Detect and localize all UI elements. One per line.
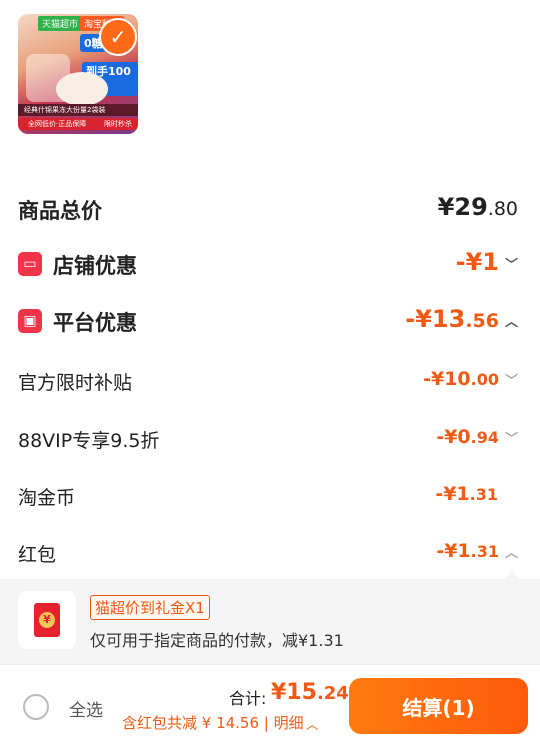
gift-chip: 猫超价到礼金X1 — [90, 595, 210, 620]
bottom-total-main: ¥15 — [271, 680, 317, 705]
row-88vip[interactable]: 88VIP专享9.5折 -¥0.94 ﹀ — [0, 424, 540, 454]
bottom-total-label: 合计: — [229, 689, 267, 708]
checkout-button[interactable]: 结算(1) — [349, 678, 528, 734]
thumb-strip-guarantee-left: 全网低价·正品保障 — [28, 120, 87, 128]
thumb-strip-flash-sale: 限时秒杀 — [104, 120, 132, 128]
chevron-up-icon: ︿ — [305, 718, 319, 733]
checkout-bar: 全选 合计: ¥15.24 含红包共减 ¥ 14.56 | 明细 ︿ 结算(1) — [0, 664, 540, 740]
red-packet-detail[interactable]: 猫超价到礼金X1 仅可用于指定商品的付款，减¥1.31 — [0, 571, 540, 664]
red-packet-value: -¥1.31 ︿ — [436, 540, 518, 562]
thumb-strip-title: 经典什锦果冻大份量2袋装 — [18, 104, 138, 116]
vip-discount-main: -¥0 — [436, 426, 471, 448]
official-subsidy-decimal: .00 — [470, 370, 499, 389]
platform-discount-value: -¥13.56 ︿ — [405, 305, 518, 333]
row-red-packet[interactable]: 红包 -¥1.31 ︿ — [0, 538, 540, 568]
chevron-up-icon: ︿ — [504, 546, 518, 561]
select-all-radio[interactable] — [23, 694, 49, 720]
row-official-subsidy[interactable]: 官方限时补贴 -¥10.00 ﹀ — [0, 366, 540, 396]
platform-discount-decimal: .56 — [465, 310, 499, 332]
official-subsidy-main: -¥10 — [423, 368, 471, 390]
platform-discount-main: -¥13 — [405, 305, 466, 333]
select-all-label[interactable]: 全选 — [69, 696, 103, 721]
red-packet-decimal: .31 — [470, 542, 499, 561]
detail-pointer — [504, 571, 520, 579]
taojinbi-value: -¥1.31 — [435, 483, 498, 505]
bottom-total-value: ¥15.24 — [271, 680, 349, 705]
vip-discount-value: -¥0.94 ﹀ — [436, 426, 518, 448]
red-packet-label: 红包 — [18, 544, 57, 566]
total-value-decimal: .80 — [487, 198, 518, 220]
store-discount-value: -¥1 ﹀ — [456, 248, 518, 276]
thumb-tag-tmall: 天猫超市 — [38, 16, 83, 31]
thumb-strip-guarantee: 全网低价·正品保障 限时秒杀 — [18, 118, 138, 130]
store-discount-label: 店铺优惠 — [53, 254, 137, 278]
taojinbi-label: 淘金币 — [18, 487, 76, 509]
row-platform-discount[interactable]: ▣ 平台优惠 -¥13.56 ︿ — [0, 305, 540, 339]
chevron-up-icon: ︿ — [504, 314, 518, 330]
platform-icon: ▣ — [18, 309, 42, 333]
selected-check-icon[interactable]: ✓ — [99, 18, 137, 56]
row-store-discount[interactable]: ▭ 店铺优惠 -¥1 ﹀ — [0, 248, 540, 282]
store-icon: ▭ — [18, 252, 42, 276]
vip-discount-label: 88VIP专享9.5折 — [18, 430, 160, 452]
total-label: 商品总价 — [18, 199, 102, 223]
row-total: 商品总价 ¥29.80 — [0, 193, 540, 227]
red-packet-main: -¥1 — [436, 540, 471, 562]
platform-discount-label: 平台优惠 — [53, 311, 137, 335]
savings-text: 含红包共减 ¥ 14.56 | 明细 — [122, 714, 304, 732]
thumb-jelly-bowl — [56, 72, 108, 106]
bottom-total-decimal: .24 — [316, 683, 349, 704]
official-subsidy-label: 官方限时补贴 — [18, 372, 133, 394]
gift-description: 仅可用于指定商品的付款，减¥1.31 — [90, 631, 344, 650]
taojinbi-main: -¥1 — [435, 483, 470, 505]
total-value-main: ¥29 — [437, 193, 488, 221]
chevron-down-icon: ﹀ — [504, 257, 518, 273]
chevron-down-icon: ﹀ — [504, 432, 518, 447]
total-value: ¥29.80 — [438, 193, 518, 221]
row-taojinbi: 淘金币 -¥1.31 — [0, 481, 540, 511]
official-subsidy-value: -¥10.00 ﹀ — [423, 368, 518, 390]
vip-discount-decimal: .94 — [470, 428, 499, 447]
red-envelope-icon — [18, 591, 76, 649]
store-discount-amount: -¥1 — [455, 248, 499, 276]
chevron-down-icon: ﹀ — [504, 374, 518, 389]
taojinbi-decimal: .31 — [469, 485, 498, 504]
savings-detail-link[interactable]: 含红包共减 ¥ 14.56 | 明细 ︿ — [122, 712, 319, 733]
